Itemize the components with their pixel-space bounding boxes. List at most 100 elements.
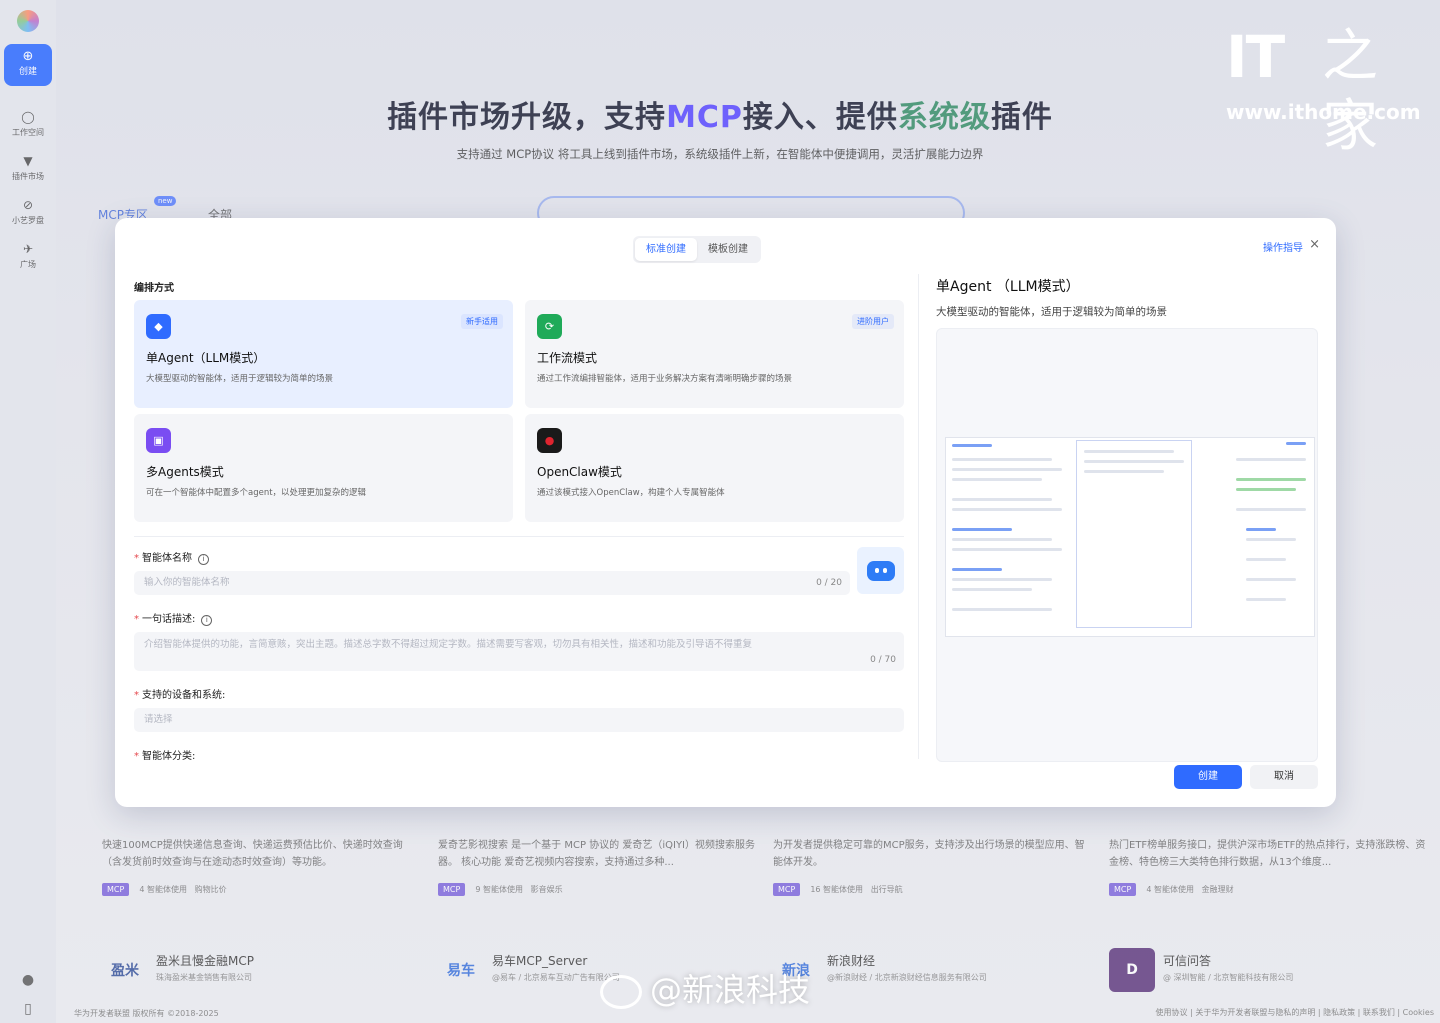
input-placeholder: 输入你的智能体名称 <box>144 577 230 588</box>
category-label: * 智能体分类: <box>134 751 196 762</box>
plugin-card[interactable]: 为开发者提供稳定可靠的MCP服务，支持涉及出行场景的模型应用、智能体开发。 MC… <box>773 837 1093 896</box>
plugin-uses: 9 智能体使用 <box>475 885 523 894</box>
plugin-uses: 4 智能体使用 <box>1146 885 1194 894</box>
provider-sub: @新浪财经 / 北京新浪财经信息服务有限公司 <box>827 973 987 982</box>
mode-badge: 进阶用户 <box>852 314 894 329</box>
compass-icon: ⊘ <box>22 198 34 212</box>
hero-title-part: 插件市场升级，支持 <box>387 100 667 135</box>
rail-item-square[interactable]: ✈ 广场 <box>0 242 56 270</box>
device-label: * 支持的设备和系统: <box>134 690 226 701</box>
plugin-category: 购物比价 <box>194 885 227 894</box>
hero-title-mcp: MCP <box>666 100 743 135</box>
create-type-switch: 标准创建 模板创建 <box>633 236 761 263</box>
agent-name-input[interactable]: 输入你的智能体名称 0 / 20 <box>134 571 850 595</box>
mode-badge: 新手适用 <box>461 314 503 329</box>
hero-title-part: 接入、提供 <box>742 100 898 135</box>
tab-template-create[interactable]: 模板创建 <box>697 238 759 261</box>
mcp-tag: MCP <box>773 883 801 896</box>
rail-item-compass[interactable]: ⊘ 小艺罗盘 <box>0 198 56 226</box>
ithome-watermark: IT 之家 www.ithome.com <box>1226 22 1422 159</box>
mode-desc: 可在一个智能体中配置多个agent，以处理更加复杂的逻辑 <box>146 488 367 498</box>
app-logo <box>17 10 39 32</box>
label-text: 一句话描述: <box>142 614 196 625</box>
provider-name: 新浪财经 <box>827 954 876 968</box>
plugin-uses: 16 智能体使用 <box>810 885 864 894</box>
plugin-desc: 快速100MCP提供快递信息查询、快递运费预估比价、快递时效查询（含发货前时效查… <box>102 840 403 868</box>
agent-avatar[interactable] <box>857 547 904 594</box>
hero-subtitle: 支持通过 MCP协议 将工具上线到插件市场，系统级插件上新，在智能体中便捷调用，… <box>456 147 984 161</box>
mode-workflow[interactable]: ⟳ 工作流模式 通过工作流编排智能体，适用于业务解决方案有清晰明确步骤的场景 进… <box>525 300 904 408</box>
plugin-category: 出行导航 <box>870 885 903 894</box>
plus-icon: ⊕ <box>22 49 34 64</box>
create-button[interactable]: 创建 <box>1174 765 1242 789</box>
robot-avatar-icon <box>866 560 895 581</box>
mode-openclaw[interactable]: ● OpenClaw模式 通过该模式接入OpenClaw，构建个人专属智能体 <box>525 414 904 522</box>
rail-item-label: 广场 <box>20 260 36 269</box>
section-label: 编排方式 <box>134 283 174 294</box>
sina-watermark: @新浪科技 <box>600 965 810 1011</box>
multi-agent-icon: ▣ <box>146 428 171 453</box>
label-text: 支持的设备和系统: <box>142 690 226 701</box>
mode-multi-agents[interactable]: ▣ 多Agents模式 可在一个智能体中配置多个agent，以处理更加复杂的逻辑 <box>134 414 513 522</box>
weibo-icon <box>600 975 642 1009</box>
openclaw-icon: ● <box>537 428 562 453</box>
char-count: 0 / 70 <box>870 655 896 665</box>
watermark-zh: 之家 <box>1322 24 1378 159</box>
device-select[interactable]: 请选择 <box>134 708 904 732</box>
agent-desc-textarea[interactable]: 介绍智能体提供的功能，言简意赅，突出主题。描述总字数不得超过规定字数。描述需要写… <box>134 632 904 671</box>
agent-desc-label: * 一句话描述: i <box>134 610 213 626</box>
label-text: 智能体名称 <box>142 553 192 564</box>
document-icon[interactable]: ▯ <box>18 1001 38 1021</box>
plugin-category: 影音娱乐 <box>530 885 563 894</box>
plugin-card[interactable]: 爱奇艺影视搜索 是一个基于 MCP 协议的 爱奇艺（iQIYI）视频搜索服务器。… <box>438 837 758 896</box>
provider-card[interactable]: 新浪 新浪财经 @新浪财经 / 北京新浪财经信息服务有限公司 <box>773 948 1083 992</box>
create-button[interactable]: ⊕ 创建 <box>4 44 52 86</box>
mode-title: 单Agent（LLM模式） <box>146 351 266 365</box>
rocket-icon: ✈ <box>22 242 34 256</box>
input-placeholder: 介绍智能体提供的功能，言简意赅，突出主题。描述总字数不得超过规定字数。描述需要写… <box>144 639 753 650</box>
provider-name: 盈米且慢金融MCP <box>156 954 254 968</box>
divider-vertical <box>918 274 919 759</box>
provider-sub: @ 深圳智能 / 北京智能科技有限公司 <box>1163 973 1294 982</box>
mode-desc: 大模型驱动的智能体，适用于逻辑较为简单的场景 <box>146 374 334 384</box>
tab-standard-create[interactable]: 标准创建 <box>635 238 697 261</box>
provider-name: 可信问答 <box>1163 954 1212 968</box>
preview-desc: 大模型驱动的智能体，适用于逻辑较为简单的场景 <box>936 306 1167 318</box>
preview-image <box>936 328 1318 762</box>
mode-single-agent[interactable]: ◆ 单Agent（LLM模式） 大模型驱动的智能体，适用于逻辑较为简单的场景 新… <box>134 300 513 408</box>
cancel-button[interactable]: 取消 <box>1250 765 1318 789</box>
hero-title-system: 系统级 <box>897 100 991 135</box>
provider-logo: 易车 <box>447 963 475 979</box>
info-icon[interactable]: i <box>198 554 209 565</box>
mode-title: 工作流模式 <box>537 351 598 365</box>
plugin-desc: 热门ETF榜单服务接口，提供沪深市场ETF的热点排行，支持涨跌榜、资金榜、特色榜… <box>1109 840 1426 868</box>
info-icon[interactable]: i <box>201 615 213 626</box>
plugin-uses: 4 智能体使用 <box>139 885 187 894</box>
plugin-desc: 爱奇艺影视搜索 是一个基于 MCP 协议的 爱奇艺（iQIYI）视频搜索服务器。… <box>438 840 756 868</box>
user-avatar-icon[interactable]: ● <box>18 972 38 992</box>
robot-icon: ◆ <box>146 314 171 339</box>
mode-desc: 通过工作流编排智能体，适用于业务解决方案有清晰明确步骤的场景 <box>537 374 793 384</box>
mode-title: 多Agents模式 <box>146 465 224 479</box>
watermark-sina: @新浪科技 <box>650 971 811 1009</box>
rail-item-label: 插件市场 <box>12 172 44 181</box>
preview-title: 单Agent （LLM模式） <box>936 279 1080 295</box>
footer-copyright: 华为开发者联盟 版权所有 ©2018-2025 <box>74 1009 219 1018</box>
hero-title: 插件市场升级，支持MCP接入、提供系统级插件 <box>0 92 1440 136</box>
provider-card[interactable]: 盈米 盈米且慢金融MCP 珠海盈米基金销售有限公司 <box>102 948 412 992</box>
preview-chat-panel <box>1076 440 1192 628</box>
mode-title: OpenClaw模式 <box>537 465 622 479</box>
guide-link[interactable]: 操作指导 <box>1263 239 1303 254</box>
workflow-icon: ⟳ <box>537 314 562 339</box>
plugin-card[interactable]: 快速100MCP提供快递信息查询、快递运费预估比价、快递时效查询（含发货前时效查… <box>102 837 422 896</box>
provider-card[interactable]: D 可信问答 @ 深圳智能 / 北京智能科技有限公司 <box>1109 948 1419 992</box>
plugin-card[interactable]: 热门ETF榜单服务接口，提供沪深市场ETF的热点排行，支持涨跌榜、资金榜、特色榜… <box>1109 837 1429 896</box>
close-icon[interactable]: × <box>1309 237 1320 252</box>
char-count: 0 / 20 <box>816 578 842 588</box>
rail-item-label: 小艺罗盘 <box>12 216 44 225</box>
footer-links[interactable]: 使用协议 | 关于华为开发者联盟与隐私的声明 | 隐私政策 | 联系我们 | C… <box>1156 1007 1434 1018</box>
provider-logo: D <box>1109 948 1155 992</box>
create-label: 创建 <box>18 67 37 77</box>
plugin-desc: 为开发者提供稳定可靠的MCP服务，支持涉及出行场景的模型应用、智能体开发。 <box>773 840 1085 868</box>
new-badge: new <box>154 196 177 206</box>
